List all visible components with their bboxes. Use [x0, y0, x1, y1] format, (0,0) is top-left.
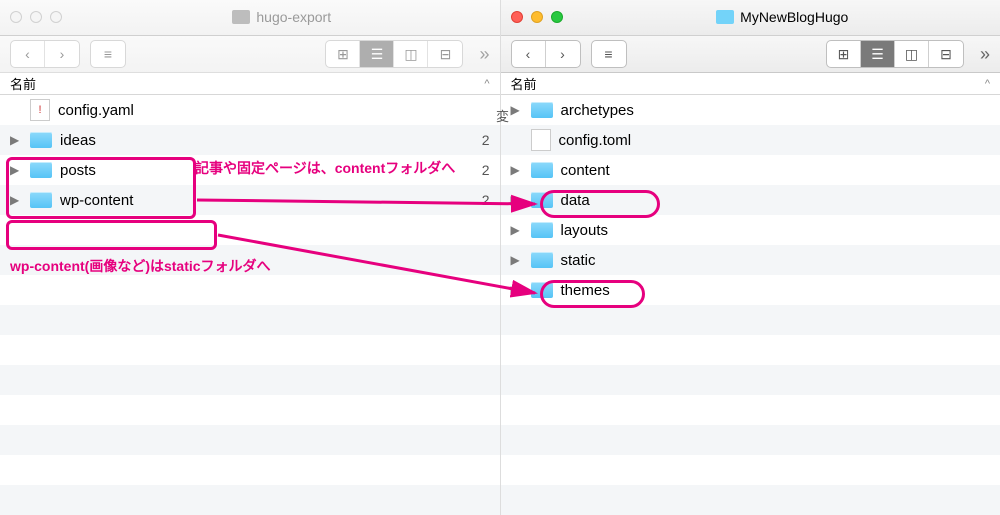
- forward-button[interactable]: ›: [45, 41, 79, 67]
- list-item[interactable]: ▶ themes: [501, 275, 1000, 305]
- list-view-button[interactable]: ☰: [360, 41, 394, 67]
- list-item[interactable]: ▶ archetypes: [501, 95, 1000, 125]
- arrange-icon[interactable]: ≡: [91, 41, 125, 67]
- column-name: 名前: [511, 74, 537, 93]
- list-item[interactable]: ▶ posts 2: [0, 155, 500, 185]
- nav-buttons[interactable]: ‹ ›: [511, 40, 581, 68]
- file-icon: [531, 129, 551, 151]
- disclosure-icon[interactable]: ▶: [511, 163, 523, 177]
- icon-view-button[interactable]: ⊞: [326, 41, 360, 67]
- folder-icon: [531, 222, 553, 238]
- titlebar: MyNewBlogHugo: [501, 0, 1000, 36]
- folder-icon: [531, 162, 553, 178]
- list-item[interactable]: ▶ data: [501, 185, 1000, 215]
- file-name: data: [561, 192, 590, 209]
- zoom-icon[interactable]: [50, 11, 62, 23]
- arrange-icon[interactable]: ≡: [592, 41, 626, 67]
- file-icon: !: [30, 99, 50, 121]
- sort-icon[interactable]: ^: [985, 78, 990, 90]
- sort-icon[interactable]: ^: [484, 78, 489, 90]
- list-item[interactable]: ▶ layouts: [501, 215, 1000, 245]
- finder-window-left: hugo-export ‹ › ≡ ⊞ ☰ ◫ ⊟ » 名前 ^: [0, 0, 501, 515]
- finder-window-right: MyNewBlogHugo ‹ › ≡ ⊞ ☰ ◫ ⊟ » 名前 ^: [501, 0, 1000, 515]
- file-name: content: [561, 162, 610, 179]
- column-header-2[interactable]: 変: [496, 106, 508, 130]
- arrange-button[interactable]: ≡: [90, 40, 126, 68]
- file-list: ▶ archetypes config.toml ▶ content ▶ dat…: [501, 95, 1000, 515]
- toolbar: ‹ › ≡ ⊞ ☰ ◫ ⊟ »: [0, 36, 500, 74]
- list-item[interactable]: config.toml: [501, 125, 1000, 155]
- view-buttons[interactable]: ⊞ ☰ ◫ ⊟: [826, 40, 964, 68]
- disclosure-icon[interactable]: ▶: [511, 253, 523, 267]
- minimize-icon[interactable]: [531, 11, 543, 23]
- column-header[interactable]: 名前 ^: [0, 73, 500, 95]
- folder-icon: [531, 282, 553, 298]
- column-header[interactable]: 名前 ^: [501, 73, 1000, 95]
- folder-icon: [531, 192, 553, 208]
- file-name: config.toml: [559, 132, 632, 149]
- file-name: posts: [60, 162, 96, 179]
- nav-buttons[interactable]: ‹ ›: [10, 40, 80, 68]
- file-name: wp-content: [60, 192, 133, 209]
- folder-icon: [716, 10, 734, 24]
- toolbar: ‹ › ≡ ⊞ ☰ ◫ ⊟ »: [501, 36, 1000, 74]
- traffic-lights[interactable]: [10, 11, 62, 23]
- list-item[interactable]: ▶ wp-content 2: [0, 185, 500, 215]
- file-name: static: [561, 252, 596, 269]
- file-name: archetypes: [561, 102, 634, 119]
- file-name: ideas: [60, 132, 96, 149]
- disclosure-icon[interactable]: ▶: [511, 103, 523, 117]
- folder-icon: [30, 132, 52, 148]
- file-name: layouts: [561, 222, 609, 239]
- forward-button[interactable]: ›: [546, 41, 580, 67]
- view-buttons[interactable]: ⊞ ☰ ◫ ⊟: [325, 40, 463, 68]
- disclosure-icon[interactable]: ▶: [10, 193, 22, 207]
- disclosure-icon[interactable]: ▶: [511, 283, 523, 297]
- file-name: config.yaml: [58, 102, 134, 119]
- list-view-button[interactable]: ☰: [861, 41, 895, 67]
- close-icon[interactable]: [511, 11, 523, 23]
- list-item[interactable]: ! config.yaml: [0, 95, 500, 125]
- icon-view-button[interactable]: ⊞: [827, 41, 861, 67]
- window-title: MyNewBlogHugo: [740, 9, 848, 25]
- titlebar: hugo-export: [0, 0, 500, 36]
- back-button[interactable]: ‹: [512, 41, 546, 67]
- folder-icon: [30, 162, 52, 178]
- folder-icon: [531, 102, 553, 118]
- folder-icon: [531, 252, 553, 268]
- gallery-view-button[interactable]: ⊟: [929, 41, 963, 67]
- folder-icon: [232, 10, 250, 24]
- close-icon[interactable]: [10, 11, 22, 23]
- disclosure-icon[interactable]: ▶: [10, 163, 22, 177]
- gallery-view-button[interactable]: ⊟: [428, 41, 462, 67]
- folder-icon: [30, 192, 52, 208]
- arrange-button[interactable]: ≡: [591, 40, 627, 68]
- list-item[interactable]: ▶ content: [501, 155, 1000, 185]
- disclosure-icon[interactable]: ▶: [10, 133, 22, 147]
- zoom-icon[interactable]: [551, 11, 563, 23]
- disclosure-icon[interactable]: ▶: [511, 193, 523, 207]
- column-name: 名前: [10, 74, 36, 93]
- more-icon[interactable]: »: [479, 44, 489, 65]
- column-view-button[interactable]: ◫: [895, 41, 929, 67]
- file-list: ! config.yaml ▶ ideas 2 ▶ posts 2 ▶ wp-c…: [0, 95, 500, 515]
- back-button[interactable]: ‹: [11, 41, 45, 67]
- column-view-button[interactable]: ◫: [394, 41, 428, 67]
- file-name: themes: [561, 282, 610, 299]
- traffic-lights[interactable]: [511, 11, 563, 23]
- list-item[interactable]: ▶ static: [501, 245, 1000, 275]
- list-item[interactable]: ▶ ideas 2: [0, 125, 500, 155]
- more-icon[interactable]: »: [980, 44, 990, 65]
- minimize-icon[interactable]: [30, 11, 42, 23]
- disclosure-icon[interactable]: ▶: [511, 223, 523, 237]
- window-title: hugo-export: [256, 9, 331, 25]
